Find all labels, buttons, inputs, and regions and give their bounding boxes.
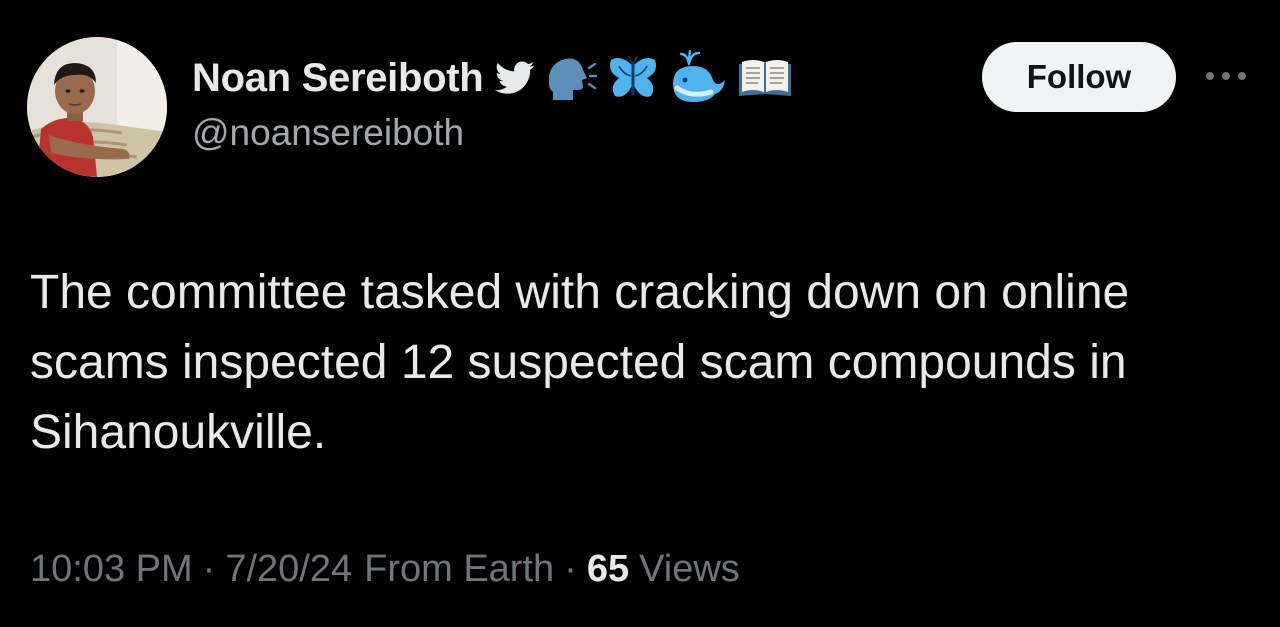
butterfly-icon [607,54,659,102]
views-label: Views [639,548,740,590]
tweet-meta: 10:03 PM · 7/20/24 From Earth · 65 Views [30,548,740,591]
tweet-text: The committee tasked with cracking down … [30,266,1130,459]
user-name-row: Noan Sereiboth [192,49,793,106]
meta-separator: · [202,548,216,590]
tweet-date[interactable]: 7/20/24 [225,548,352,591]
speaking-head-icon [545,54,598,102]
meta-separator: · [564,548,577,590]
display-name[interactable]: Noan Sereiboth [192,56,484,101]
tweet-time[interactable]: 10:03 PM [30,548,193,591]
avatar-photo [27,37,167,177]
tweet-source: From Earth [364,548,555,590]
twitter-bird-icon [495,61,535,95]
follow-button[interactable]: Follow [982,42,1176,112]
open-book-icon [737,56,793,100]
views-count[interactable]: 65 [587,548,629,591]
avatar[interactable] [27,37,167,177]
more-horizontal-icon[interactable] [1202,66,1250,86]
tweet-card: Noan Sereiboth @noansereiboth Follow The… [0,0,1280,627]
name-emoji-list [495,49,793,106]
spouting-whale-icon [669,49,727,106]
user-handle[interactable]: @noansereiboth [192,112,464,154]
